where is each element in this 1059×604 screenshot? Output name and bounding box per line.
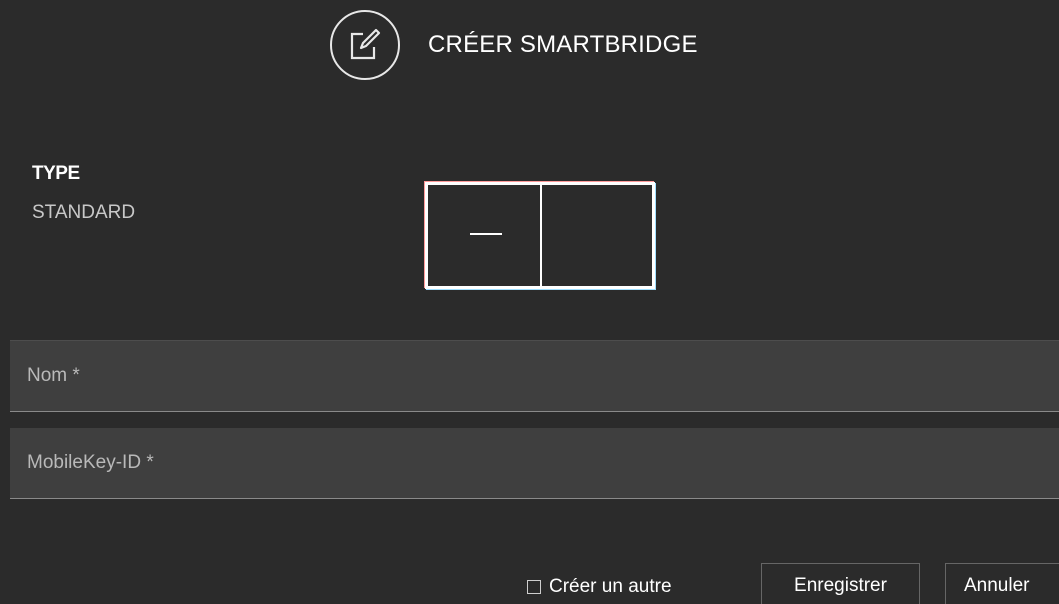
- smartbridge-device-illustration: [425, 182, 655, 289]
- cancel-button[interactable]: Annuler: [945, 563, 1059, 604]
- mobilekey-id-input[interactable]: [10, 428, 1059, 498]
- save-button[interactable]: Enregistrer: [761, 563, 920, 604]
- checkbox-icon[interactable]: [527, 580, 541, 594]
- type-label: TYPE: [32, 163, 80, 184]
- device-divider: [540, 185, 542, 286]
- dialog-header: CRÉER SMARTBRIDGE: [0, 0, 1059, 90]
- edit-icon-glyph: [350, 28, 381, 60]
- create-another-checkbox[interactable]: Créer un autre: [527, 576, 672, 598]
- device-led-dash: [470, 233, 502, 235]
- dialog-title: CRÉER SMARTBRIDGE: [428, 31, 698, 58]
- create-another-label: Créer un autre: [549, 576, 672, 597]
- name-input[interactable]: [10, 341, 1059, 411]
- edit-icon: [330, 10, 400, 80]
- name-field: [10, 341, 1059, 412]
- create-smartbridge-dialog: CRÉER SMARTBRIDGE TYPE STANDARD Créer un…: [0, 0, 1059, 604]
- mobilekey-id-field: [10, 428, 1059, 499]
- type-value: STANDARD: [32, 202, 136, 223]
